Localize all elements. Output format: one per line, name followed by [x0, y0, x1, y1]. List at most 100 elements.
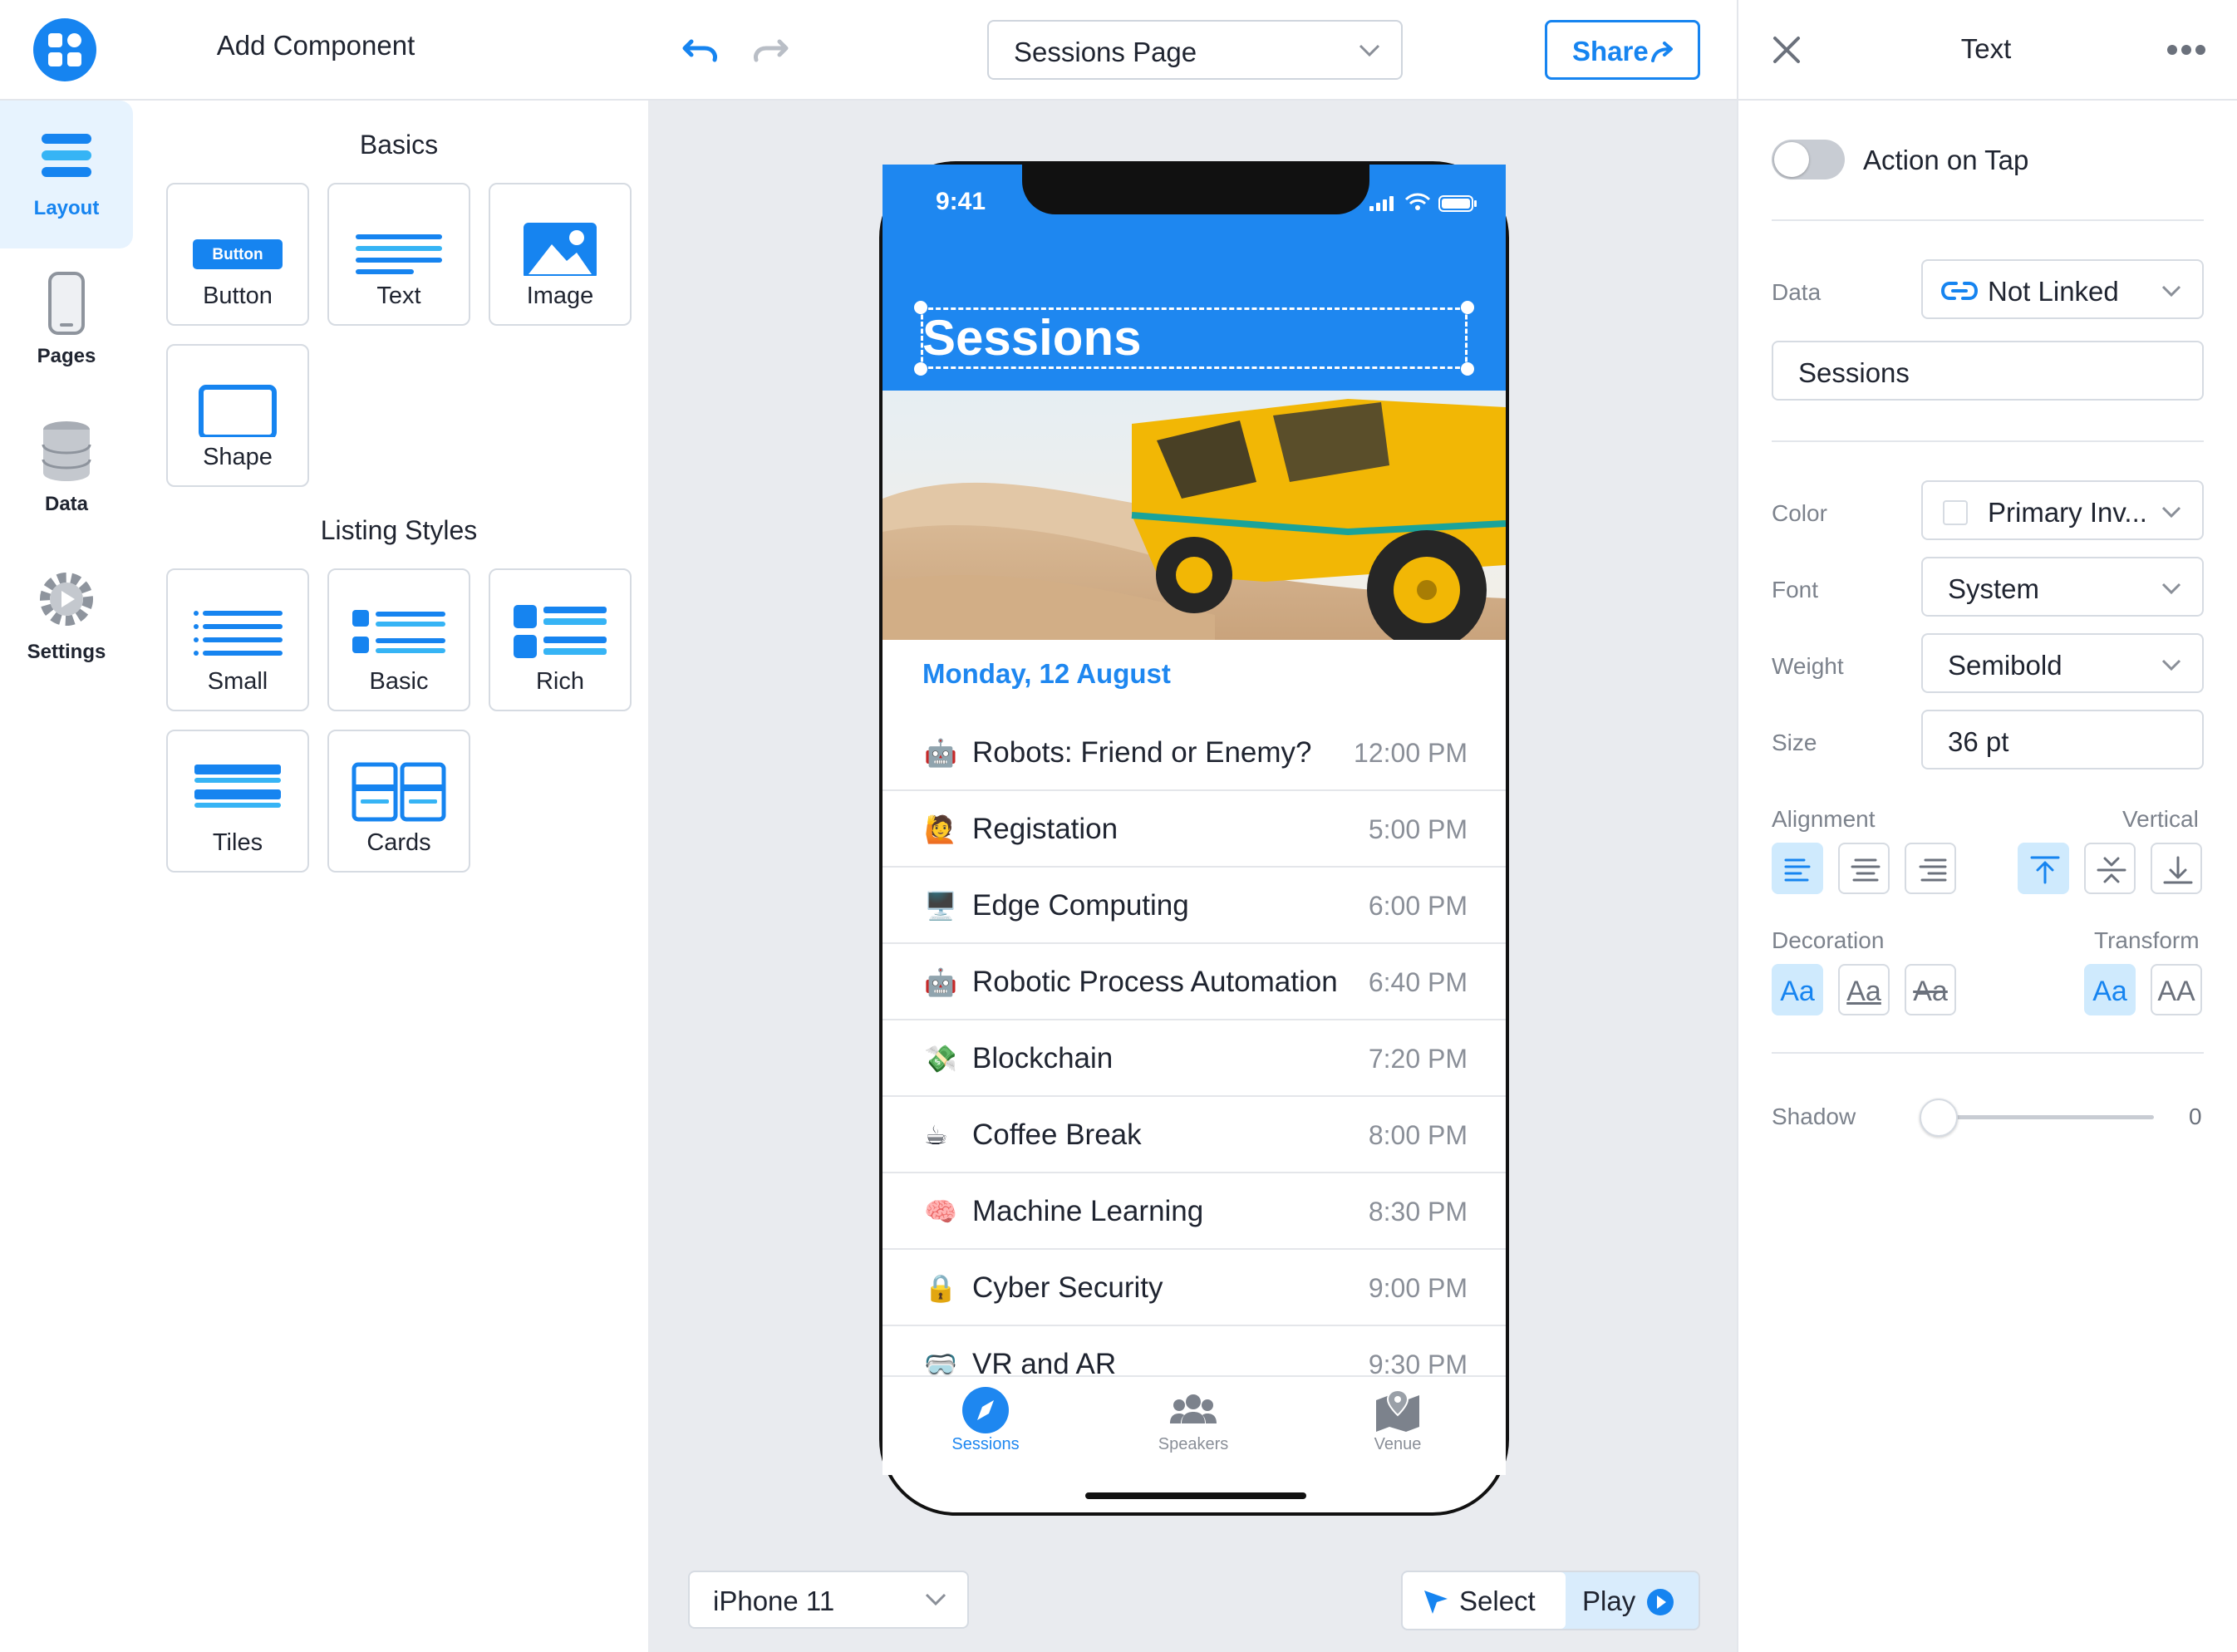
rail-item-data[interactable]: Data: [0, 396, 133, 544]
tile-label: Text: [376, 283, 421, 309]
hero-image[interactable]: [883, 391, 1506, 640]
align-left-button[interactable]: [1772, 843, 1823, 894]
tab-label: Venue: [1374, 1435, 1422, 1453]
vertical-middle-button[interactable]: [2084, 843, 2136, 894]
component-list-tiles[interactable]: Tiles: [166, 730, 309, 873]
toggle-knob: [1774, 142, 1809, 177]
phone-page-title[interactable]: Sessions: [922, 309, 1141, 367]
rail-item-label: Pages: [37, 345, 96, 367]
component-shape[interactable]: Shape: [166, 344, 309, 487]
app-logo-icon[interactable]: [33, 18, 96, 81]
session-row[interactable]: 🙋 Registation 5:00 PM: [883, 791, 1506, 868]
tab-label: Sessions: [951, 1435, 1020, 1453]
button-component-icon: Button: [188, 201, 288, 276]
list-cards-icon: [349, 748, 449, 823]
chevron-down-icon: [2161, 659, 2181, 671]
list-rich-icon: [510, 587, 610, 661]
image-icon: [510, 201, 610, 279]
vertical-top-button[interactable]: [2018, 843, 2069, 894]
vertical-bottom-button[interactable]: [2151, 843, 2202, 894]
more-icon[interactable]: [2166, 42, 2207, 58]
color-label: Color: [1772, 500, 1827, 526]
text-content-input[interactable]: Sessions: [1772, 341, 2204, 401]
color-select[interactable]: Primary Inv...: [1921, 480, 2204, 540]
data-source-select[interactable]: Not Linked: [1921, 259, 2204, 319]
share-arrow-icon: [1651, 42, 1673, 62]
tab-sessions[interactable]: Sessions: [919, 1385, 1052, 1454]
session-row[interactable]: 🖥️ Edge Computing 6:00 PM: [883, 868, 1506, 944]
shadow-slider-track[interactable]: [1928, 1115, 2154, 1119]
decoration-label: Decoration: [1772, 927, 1885, 953]
tab-speakers[interactable]: Speakers: [1127, 1385, 1260, 1454]
session-emoji-icon: 🥽: [924, 1350, 957, 1376]
shadow-slider-handle[interactable]: [1920, 1099, 1958, 1137]
device-select[interactable]: iPhone 11: [688, 1571, 969, 1629]
tab-venue[interactable]: Venue: [1331, 1385, 1464, 1454]
shadow-label: Shadow: [1772, 1104, 1856, 1129]
rail-item-pages[interactable]: Pages: [0, 248, 133, 396]
align-middle-icon: [2097, 857, 2126, 883]
session-title: Registation: [972, 813, 1118, 845]
chevron-down-icon: [925, 1593, 946, 1606]
component-button[interactable]: Button Button: [166, 183, 309, 326]
redo-icon[interactable]: [746, 30, 791, 71]
decoration-strikethrough-button[interactable]: Aa: [1905, 964, 1956, 1015]
session-row[interactable]: 🔒 Cyber Security 9:00 PM: [883, 1250, 1506, 1326]
list-small-icon: [188, 587, 288, 661]
close-icon[interactable]: [1770, 33, 1803, 66]
select-mode-button[interactable]: Select: [1403, 1572, 1566, 1629]
session-row[interactable]: 🥽 VR and AR 9:30 PM: [883, 1326, 1506, 1376]
component-list-cards[interactable]: Cards: [327, 730, 470, 873]
size-input[interactable]: 36 pt: [1921, 710, 2204, 769]
page-select[interactable]: Sessions Page: [987, 20, 1403, 80]
play-mode-label: Play: [1582, 1586, 1636, 1616]
session-row[interactable]: 🤖 Robots: Friend or Enemy? 12:00 PM: [883, 715, 1506, 791]
weight-select[interactable]: Semibold: [1921, 633, 2204, 693]
align-right-button[interactable]: [1905, 843, 1956, 894]
transform-none-button[interactable]: Aa: [2084, 964, 2136, 1015]
decoration-underline-sample: Aa: [1846, 976, 1881, 1007]
gear-icon: [33, 566, 100, 632]
status-time: 9:41: [936, 188, 986, 215]
session-row[interactable]: ☕ Coffee Break 8:00 PM: [883, 1097, 1506, 1173]
session-time: 12:00 PM: [1354, 738, 1468, 768]
decoration-underline-button[interactable]: Aa: [1838, 964, 1890, 1015]
color-swatch: [1943, 500, 1968, 525]
component-image[interactable]: Image: [489, 183, 632, 326]
phone-notch: [1022, 163, 1369, 214]
session-row[interactable]: 🧠 Machine Learning 8:30 PM: [883, 1173, 1506, 1250]
resize-handle[interactable]: [1461, 301, 1474, 314]
session-title: Cyber Security: [972, 1271, 1163, 1304]
component-list-small[interactable]: Small: [166, 568, 309, 711]
tab-label: Speakers: [1158, 1435, 1229, 1453]
play-mode-button[interactable]: Play: [1566, 1572, 1699, 1629]
resize-handle[interactable]: [1461, 362, 1474, 376]
decoration-none-button[interactable]: Aa: [1772, 964, 1823, 1015]
layout-icon: [33, 122, 100, 189]
align-center-button[interactable]: [1838, 843, 1890, 894]
rail-item-layout[interactable]: Layout: [0, 101, 133, 248]
session-emoji-icon: 🤖: [924, 738, 957, 768]
component-text[interactable]: Text: [327, 183, 470, 326]
compass-icon: [961, 1385, 1010, 1435]
session-row[interactable]: 🤖 Robotic Process Automation 6:40 PM: [883, 944, 1506, 1020]
undo-icon[interactable]: [680, 30, 725, 71]
font-select[interactable]: System: [1921, 557, 2204, 617]
inspector-title: Text: [1960, 33, 2012, 64]
rail-item-settings[interactable]: Settings: [0, 544, 133, 692]
shadow-value: 0: [2189, 1104, 2202, 1129]
component-list-basic[interactable]: Basic: [327, 568, 470, 711]
session-time: 6:40 PM: [1368, 967, 1468, 997]
chevron-down-icon: [2161, 285, 2181, 297]
share-button[interactable]: Share: [1545, 20, 1700, 80]
phone-tab-bar: Sessions Speakers Venue: [883, 1375, 1506, 1475]
session-row[interactable]: 💸 Blockchain 7:20 PM: [883, 1020, 1506, 1097]
color-value: Primary Inv...: [1988, 497, 2147, 528]
transform-uppercase-button[interactable]: AA: [2151, 964, 2202, 1015]
align-center-icon: [1851, 858, 1881, 882]
link-icon: [1941, 282, 1978, 300]
size-label: Size: [1772, 730, 1817, 755]
action-on-tap-toggle[interactable]: [1772, 140, 1845, 179]
align-right-icon: [1919, 858, 1947, 882]
component-list-rich[interactable]: Rich: [489, 568, 632, 711]
